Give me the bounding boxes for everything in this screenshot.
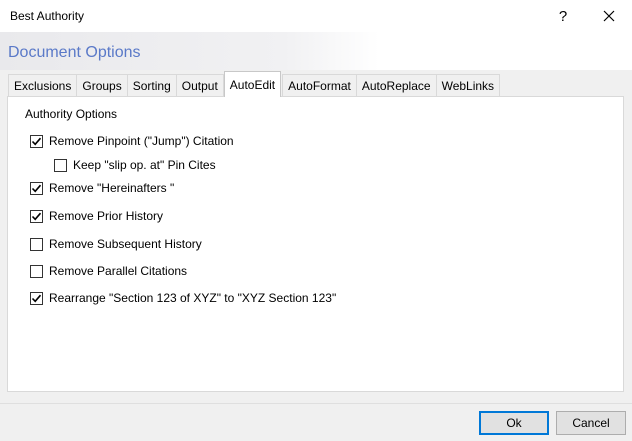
keep-slip-op-checkbox[interactable]: Keep "slip op. at" Pin Cites: [54, 158, 216, 172]
checkmark-icon: [31, 137, 42, 145]
dialog-footer: Ok Cancel: [0, 403, 632, 441]
checkmark-icon: [31, 212, 42, 220]
checkbox-label: Remove Pinpoint ("Jump") Citation: [49, 134, 234, 148]
tab-output[interactable]: Output: [175, 74, 224, 97]
checkbox-box: [30, 134, 43, 148]
tab-sorting[interactable]: Sorting: [126, 74, 177, 97]
checkbox-box: [30, 264, 43, 278]
remove-prior-history-checkbox[interactable]: Remove Prior History: [30, 209, 163, 223]
tab-strip: Exclusions Groups Sorting Output AutoEdi…: [8, 71, 501, 97]
close-icon: [603, 10, 615, 22]
remove-pinpoint-checkbox[interactable]: Remove Pinpoint ("Jump") Citation: [30, 134, 234, 148]
remove-hereinafters-checkbox[interactable]: Remove "Hereinafters ": [30, 181, 174, 195]
checkbox-label: Remove Prior History: [49, 209, 164, 223]
checkbox-label: Remove Subsequent History: [49, 237, 202, 251]
checkbox-box: [30, 209, 43, 223]
dialog-header: Document Options: [0, 32, 632, 70]
help-icon: ?: [558, 7, 568, 25]
checkbox-box: [30, 181, 43, 195]
remove-subsequent-history-checkbox[interactable]: Remove Subsequent History: [30, 237, 202, 251]
tab-weblinks[interactable]: WebLinks: [435, 74, 501, 97]
tab-exclusions[interactable]: Exclusions: [8, 74, 78, 97]
remove-parallel-citations-checkbox[interactable]: Remove Parallel Citations: [30, 264, 187, 278]
checkbox-label: Remove "Hereinafters ": [49, 181, 175, 195]
title-bar: Best Authority ?: [0, 0, 632, 32]
window-title: Best Authority: [10, 9, 85, 23]
checkbox-label: Rearrange "Section 123 of XYZ" to "XYZ S…: [49, 291, 337, 305]
checkbox-label: Keep "slip op. at" Pin Cites: [73, 158, 216, 172]
rearrange-section-checkbox[interactable]: Rearrange "Section 123 of XYZ" to "XYZ S…: [30, 291, 336, 305]
checkbox-label: Remove Parallel Citations: [49, 264, 188, 278]
checkmark-icon: [31, 184, 42, 192]
close-button[interactable]: [592, 2, 626, 30]
checkbox-box: [30, 237, 43, 251]
checkmark-icon: [31, 294, 42, 302]
help-button[interactable]: ?: [548, 2, 578, 30]
ok-button[interactable]: Ok: [479, 411, 549, 435]
checkbox-box: [30, 291, 43, 305]
tab-autoformat[interactable]: AutoFormat: [282, 74, 357, 97]
page-title: Document Options: [8, 44, 141, 61]
tab-autoreplace[interactable]: AutoReplace: [355, 74, 437, 97]
cancel-button[interactable]: Cancel: [556, 411, 626, 435]
tab-autoedit[interactable]: AutoEdit: [223, 71, 282, 97]
checkbox-box: [54, 158, 67, 172]
group-legend: Authority Options: [22, 107, 121, 121]
tab-groups[interactable]: Groups: [76, 74, 128, 97]
